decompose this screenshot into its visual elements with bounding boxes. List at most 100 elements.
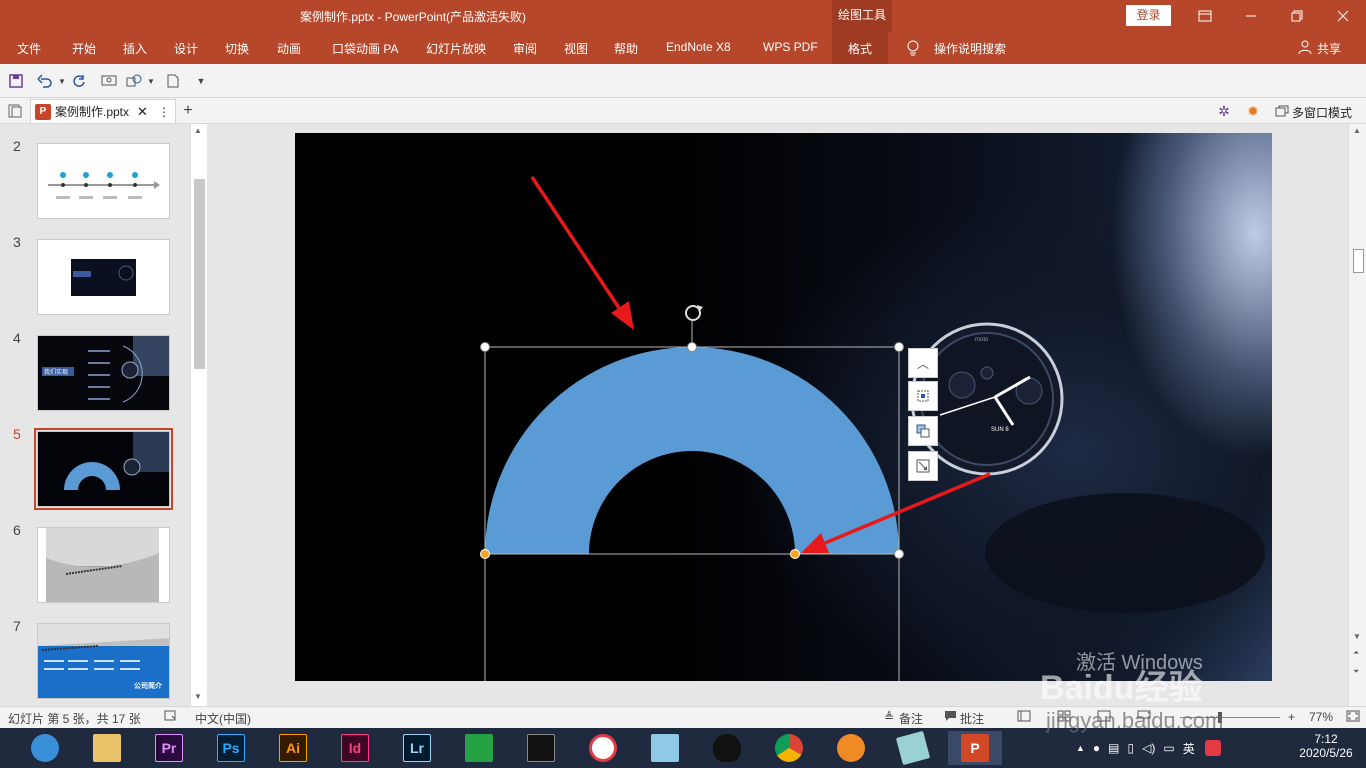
input-method[interactable]: 英 xyxy=(1183,740,1195,757)
premiere-icon[interactable]: Pr xyxy=(142,731,196,765)
lightroom-icon[interactable]: Lr xyxy=(390,731,444,765)
previous-slide-icon[interactable]: ⏶ xyxy=(1353,648,1359,658)
slide-thumbnail-3[interactable] xyxy=(37,239,170,315)
tab-review[interactable]: 审阅 xyxy=(513,40,537,57)
volume-icon[interactable]: ◁) xyxy=(1142,741,1155,755)
shapes-dropdown-icon[interactable]: ▼ xyxy=(143,73,159,89)
color-app-icon[interactable] xyxy=(576,731,630,765)
notes-icon[interactable]: ≜ xyxy=(884,710,894,724)
comments-button[interactable]: 批注 xyxy=(960,710,984,727)
tab-insert[interactable]: 插入 xyxy=(123,40,147,57)
layout-options-icon[interactable] xyxy=(908,381,938,411)
rotate-handle[interactable] xyxy=(685,305,703,321)
sogou-ime-icon[interactable] xyxy=(1204,740,1221,756)
tab-pocket-animation[interactable]: 口袋动画 PA xyxy=(332,40,398,57)
tab-animations[interactable]: 动画 xyxy=(277,40,301,57)
scrollbar-thumb[interactable] xyxy=(1353,249,1364,273)
slide-thumbnail-7[interactable]: 公司简介 xyxy=(37,623,170,699)
battery-icon[interactable]: ▯ xyxy=(1128,741,1135,755)
layout-options-up-icon[interactable]: ︿ xyxy=(908,348,938,378)
slide-thumbnail-2[interactable] xyxy=(37,143,170,219)
tab-slideshow[interactable]: 幻灯片放映 xyxy=(426,40,486,57)
present-from-start-icon[interactable] xyxy=(101,73,117,89)
illustrator-icon[interactable]: Ai xyxy=(266,731,320,765)
notes-app-icon[interactable] xyxy=(886,730,940,766)
indesign-icon[interactable]: Id xyxy=(328,731,382,765)
share-button[interactable]: 共享 xyxy=(1317,40,1341,57)
tab-view[interactable]: 视图 xyxy=(564,40,588,57)
current-slide[interactable]: moto SUN 8 xyxy=(295,133,1272,681)
notification-icon[interactable]: ▭ xyxy=(1163,741,1174,755)
slide-thumbnail-4[interactable]: 我们实现 xyxy=(37,335,170,411)
notes-button[interactable]: 备注 xyxy=(899,710,923,727)
next-slide-icon[interactable]: ⏷ xyxy=(1353,667,1359,677)
customize-qat-icon[interactable]: ▼ xyxy=(193,73,209,89)
resize-shape-icon[interactable] xyxy=(908,451,938,481)
close-tab-icon[interactable]: ✕ xyxy=(137,104,148,120)
scrollbar-thumb[interactable] xyxy=(194,179,205,369)
powerpoint-taskbar-icon[interactable]: P xyxy=(948,731,1002,765)
photoshop-icon[interactable]: Ps xyxy=(204,731,258,765)
tab-wps-pdf[interactable]: WPS PDF xyxy=(763,40,818,54)
drawing-tools-tab[interactable]: 绘图工具 xyxy=(832,0,892,32)
arrange-icon[interactable] xyxy=(908,416,938,446)
tab-help[interactable]: 帮助 xyxy=(614,40,638,57)
video-app-icon[interactable] xyxy=(514,731,568,765)
close-icon[interactable] xyxy=(1320,0,1366,32)
tab-home[interactable]: 开始 xyxy=(72,40,96,57)
tell-me-search[interactable]: 操作说明搜索 xyxy=(934,40,1006,57)
scroll-down-icon[interactable]: ▼ xyxy=(194,692,202,701)
tab-format[interactable]: 格式 xyxy=(832,32,889,64)
tab-file[interactable]: 文件 xyxy=(17,40,41,57)
normal-view-icon[interactable] xyxy=(1017,710,1031,725)
fit-to-window-icon[interactable] xyxy=(1346,710,1360,725)
show-hidden-icons[interactable]: ▲ xyxy=(1076,743,1085,753)
scroll-up-icon[interactable]: ▲ xyxy=(194,126,202,135)
cloud-app-icon[interactable] xyxy=(638,731,692,765)
tab-transitions[interactable]: 切换 xyxy=(225,40,249,57)
tab-design[interactable]: 设计 xyxy=(174,40,198,57)
network-icon[interactable]: ▤ xyxy=(1108,741,1119,755)
zoom-level[interactable]: 77% xyxy=(1309,710,1333,724)
new-file-icon[interactable] xyxy=(165,73,181,89)
settings-gear-icon[interactable]: ✹ xyxy=(1245,103,1261,119)
title-bar: 案例制作.pptx - PowerPoint(产品激活失败) 绘图工具 登录 xyxy=(0,0,1366,32)
language-indicator[interactable]: 中文(中国) xyxy=(195,710,251,727)
document-list-icon[interactable] xyxy=(7,103,23,119)
accessibility-icon[interactable] xyxy=(164,710,178,725)
new-tab-icon[interactable]: + xyxy=(180,102,196,119)
restore-icon[interactable] xyxy=(1274,0,1320,32)
block-arc-shape[interactable] xyxy=(485,347,899,554)
zoom-in-icon[interactable]: + xyxy=(1288,710,1295,724)
magic-icon[interactable]: ✲ xyxy=(1216,103,1232,119)
undo-dropdown-icon[interactable]: ▼ xyxy=(54,73,70,89)
green-app-icon[interactable] xyxy=(452,731,506,765)
more-options-icon[interactable]: ⋮ xyxy=(158,105,170,119)
shapes-icon[interactable] xyxy=(126,73,142,89)
comments-icon[interactable] xyxy=(944,710,957,725)
start-app-icon[interactable] xyxy=(18,731,72,765)
tab-endnote[interactable]: EndNote X8 xyxy=(666,40,731,54)
slide-thumbnail-5[interactable] xyxy=(34,428,173,510)
qq-icon[interactable] xyxy=(700,731,754,765)
chrome-icon[interactable] xyxy=(762,731,816,765)
browser-app-icon[interactable] xyxy=(824,731,878,765)
save-icon[interactable] xyxy=(8,73,24,89)
share-icon[interactable] xyxy=(1298,40,1312,57)
redo-icon[interactable] xyxy=(71,73,87,89)
scroll-down-icon[interactable]: ▼ xyxy=(1353,632,1361,641)
scroll-up-icon[interactable]: ▲ xyxy=(1353,126,1361,135)
minimize-icon[interactable] xyxy=(1228,0,1274,32)
qq-tray-icon[interactable]: ● xyxy=(1093,741,1100,755)
ribbon-display-options-icon[interactable] xyxy=(1182,0,1228,32)
slide-thumbnail-6[interactable] xyxy=(37,527,170,603)
canvas-scrollbar[interactable]: ▲ ▼ ⏶ ⏷ xyxy=(1348,124,1366,706)
multiwindow-mode-button[interactable]: 多窗口模式 xyxy=(1292,104,1352,121)
login-button[interactable]: 登录 xyxy=(1126,5,1171,26)
multiwindow-icon[interactable] xyxy=(1274,103,1290,119)
undo-icon[interactable] xyxy=(37,73,53,89)
file-tab[interactable]: P 案例制作.pptx ✕ ⋮ xyxy=(30,99,176,123)
thumbnail-scrollbar[interactable]: ▲ ▼ xyxy=(190,124,207,706)
file-explorer-icon[interactable] xyxy=(80,731,134,765)
clock[interactable]: 7:12 2020/5/26 xyxy=(1296,732,1356,760)
